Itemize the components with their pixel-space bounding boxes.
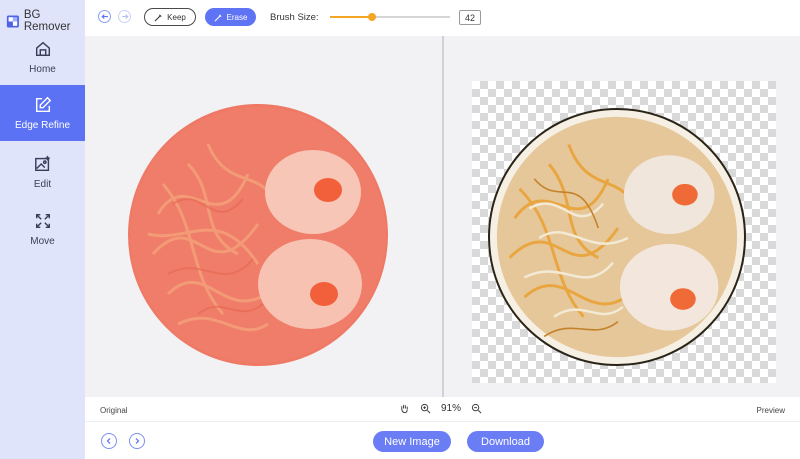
zoom-value: 91% [441,403,462,414]
move-arrows-icon [35,213,50,228]
split-divider[interactable] [442,36,444,397]
bg-remover-logo-icon [6,14,19,28]
noodle-bowl-preview [496,116,738,358]
image-edit-icon [34,155,50,171]
redo-icon [121,13,129,19]
erase-label: Erase [226,12,248,22]
brush-size-value[interactable]: 42 [459,10,481,25]
zoom-controls: 91% [399,403,482,414]
sidebar-item-label: Edit [33,178,52,190]
hand-pan-icon[interactable] [399,403,410,414]
home-icon [35,41,50,56]
slider-fill [330,16,372,18]
toolbar: Keep Erase Brush Size: 42 [85,0,800,36]
chevron-right-icon [135,438,140,444]
download-button[interactable]: Download [467,431,544,452]
keep-button[interactable]: Keep [144,8,196,26]
eraser-icon [214,13,222,21]
sidebar-item-edge-refine[interactable]: Edge Refine [0,85,85,141]
noodle-bowl-original [130,107,386,363]
original-image[interactable] [128,104,388,366]
prev-image-button[interactable] [101,433,117,449]
erase-button[interactable]: Erase [205,8,256,26]
status-bar: Original 91% Preview [85,397,800,421]
zoom-out-icon[interactable] [471,403,482,414]
sidebar: BG Remover Home Edge Refine Edit Move [0,0,85,459]
redo-button[interactable] [118,10,131,23]
brush-size-slider[interactable] [330,13,450,21]
brush-size-label: Brush Size: [270,12,319,23]
original-label: Original [100,406,128,415]
sidebar-item-home[interactable]: Home [0,29,85,85]
sidebar-item-label: Home [29,63,56,75]
chevron-left-icon [106,438,111,444]
edit-square-icon [35,96,51,112]
preview-label: Preview [756,406,785,415]
undo-icon [100,13,108,19]
sidebar-item-label: Edge Refine [14,119,71,131]
keep-label: Keep [167,12,186,22]
bottom-bar: New Image Download [85,421,800,459]
preview-image[interactable] [488,108,746,366]
next-image-button[interactable] [129,433,145,449]
brush-icon [154,13,162,21]
canvas-area [85,36,800,397]
zoom-in-icon[interactable] [420,403,431,414]
sidebar-item-move[interactable]: Move [0,201,85,257]
sidebar-item-label: Move [30,235,55,247]
undo-button[interactable] [98,10,111,23]
new-image-button[interactable]: New Image [373,431,451,452]
slider-thumb[interactable] [368,13,376,21]
sidebar-item-edit[interactable]: Edit [0,144,85,200]
